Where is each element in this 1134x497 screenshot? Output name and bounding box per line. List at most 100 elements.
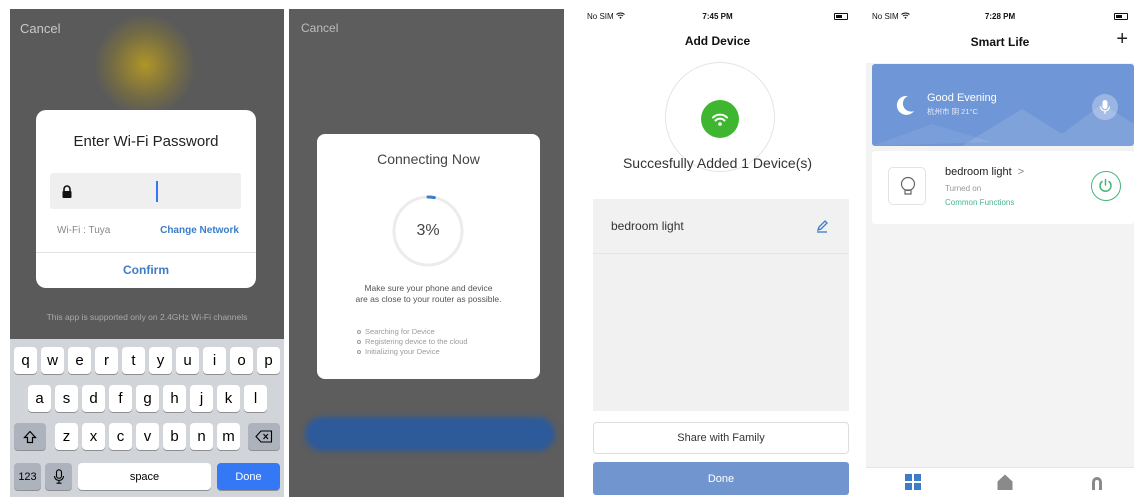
key-l[interactable]: l	[244, 385, 267, 412]
connecting-dialog: Connecting Now 3% Make sure your phone a…	[317, 134, 540, 379]
status-bar: No SIM 7:28 PM	[866, 9, 1134, 25]
ios-keyboard: q w e r t y u i o p a s d f g h j k l z …	[10, 339, 284, 497]
key-v[interactable]: v	[136, 423, 159, 450]
key-f[interactable]: f	[109, 385, 132, 412]
success-badge	[701, 100, 739, 138]
step-item: Initializing your Device	[357, 347, 468, 357]
profile-tab-icon[interactable]	[1088, 473, 1106, 491]
wifi-network-label: Wi-Fi : Tuya	[57, 225, 111, 236]
app-header: Smart Life +	[866, 25, 1134, 63]
blurred-background-button	[305, 417, 555, 451]
connecting-title: Connecting Now	[377, 151, 480, 167]
microphone-icon	[53, 469, 64, 484]
devices-tab-icon[interactable]	[904, 473, 922, 491]
step-item: Searching for Device	[357, 327, 468, 337]
key-m[interactable]: m	[217, 423, 240, 450]
backspace-icon	[255, 430, 273, 443]
text-cursor	[156, 181, 158, 202]
confirm-button[interactable]: Confirm	[36, 263, 256, 277]
power-toggle-button[interactable]	[1091, 171, 1121, 201]
hint-line-1: Make sure your phone and device	[364, 283, 493, 293]
proximity-hint: Make sure your phone and device are as c…	[317, 283, 540, 305]
key-u[interactable]: u	[176, 347, 199, 374]
weather-banner: Good Evening 杭州市 阴 21°C	[872, 64, 1134, 146]
key-h[interactable]: h	[163, 385, 186, 412]
step-bullet-icon	[357, 330, 361, 334]
device-state: Turned on	[945, 184, 982, 193]
key-d[interactable]: d	[82, 385, 105, 412]
key-p[interactable]: p	[257, 347, 280, 374]
step-bullet-icon	[357, 340, 361, 344]
connecting-screen: Cancel Connecting Now 3% Make sure your …	[289, 9, 564, 497]
shift-key[interactable]	[14, 423, 46, 450]
common-functions-link[interactable]: Common Functions	[945, 198, 1014, 207]
status-bar: No SIM 7:45 PM	[581, 9, 854, 25]
key-a[interactable]: a	[28, 385, 51, 412]
progress-percent: 3%	[416, 222, 440, 239]
key-x[interactable]: x	[82, 423, 105, 450]
key-n[interactable]: n	[190, 423, 213, 450]
wifi-icon	[712, 113, 728, 126]
weather-text: 杭州市 阴 21°C	[927, 107, 978, 116]
device-thumbnail	[888, 167, 926, 205]
numbers-key[interactable]: 123	[14, 463, 41, 490]
device-card[interactable]: bedroom light > Turned on Common Functio…	[872, 151, 1134, 224]
done-button[interactable]: Done	[593, 462, 849, 495]
key-r[interactable]: r	[95, 347, 118, 374]
greeting-text: Good Evening	[927, 92, 997, 104]
page-title: Add Device	[684, 34, 751, 48]
bottom-tab-bar	[866, 467, 1134, 497]
step-label: Searching for Device	[365, 327, 435, 336]
divider	[36, 252, 256, 253]
battery-icon	[1114, 13, 1128, 20]
key-y[interactable]: y	[149, 347, 172, 374]
key-w[interactable]: w	[41, 347, 64, 374]
connection-steps: Searching for Device Registering device …	[357, 327, 468, 357]
dictation-key[interactable]	[45, 463, 72, 490]
key-k[interactable]: k	[217, 385, 240, 412]
key-o[interactable]: o	[230, 347, 253, 374]
status-time: 7:45 PM	[702, 12, 733, 21]
key-j[interactable]: j	[190, 385, 213, 412]
list-item: bedroom light	[593, 199, 849, 254]
voice-button[interactable]	[1092, 94, 1118, 120]
change-network-link[interactable]: Change Network	[160, 225, 239, 236]
key-z[interactable]: z	[55, 423, 78, 450]
space-key[interactable]: space	[78, 463, 211, 490]
backspace-key[interactable]	[248, 423, 280, 450]
edit-icon[interactable]	[815, 219, 829, 233]
key-q[interactable]: q	[14, 347, 37, 374]
key-i[interactable]: i	[203, 347, 226, 374]
add-device-button[interactable]: +	[1116, 28, 1128, 51]
app-title: Smart Life	[970, 35, 1030, 49]
password-input[interactable]	[50, 173, 241, 209]
dialog-title: Enter Wi-Fi Password	[73, 133, 219, 150]
wifi-password-screen: Cancel Enter Wi-Fi Password Wi-Fi : Tuya…	[10, 9, 284, 497]
key-t[interactable]: t	[122, 347, 145, 374]
step-label: Initializing your Device	[365, 347, 440, 356]
chevron-right-icon: >	[1017, 166, 1025, 178]
step-label: Registering device to the cloud	[365, 337, 468, 346]
light-bulb-icon	[900, 176, 916, 195]
key-g[interactable]: g	[136, 385, 159, 412]
battery-icon	[834, 13, 848, 20]
done-key[interactable]: Done	[217, 463, 280, 490]
device-name: bedroom light	[611, 219, 684, 233]
home-tab-icon[interactable]	[996, 473, 1014, 491]
device-glow-image	[95, 15, 195, 115]
share-with-family-button[interactable]: Share with Family	[593, 422, 849, 454]
lock-icon	[62, 185, 72, 198]
status-time: 7:28 PM	[984, 12, 1016, 21]
wifi-password-dialog: Enter Wi-Fi Password Wi-Fi : Tuya Change…	[36, 110, 256, 288]
shift-icon	[23, 430, 37, 443]
hint-line-2: are as close to your router as possible.	[355, 294, 502, 304]
smart-life-home-screen: No SIM 7:28 PM Smart Life + Good Evening…	[866, 9, 1134, 497]
key-b[interactable]: b	[163, 423, 186, 450]
key-c[interactable]: c	[109, 423, 132, 450]
key-e[interactable]: e	[68, 347, 91, 374]
key-s[interactable]: s	[55, 385, 78, 412]
cancel-button[interactable]: Cancel	[20, 21, 60, 36]
cancel-button[interactable]: Cancel	[301, 21, 338, 35]
add-device-screen: No SIM 7:45 PM Add Device Succesfully Ad…	[581, 9, 854, 497]
microphone-icon	[1099, 100, 1111, 114]
